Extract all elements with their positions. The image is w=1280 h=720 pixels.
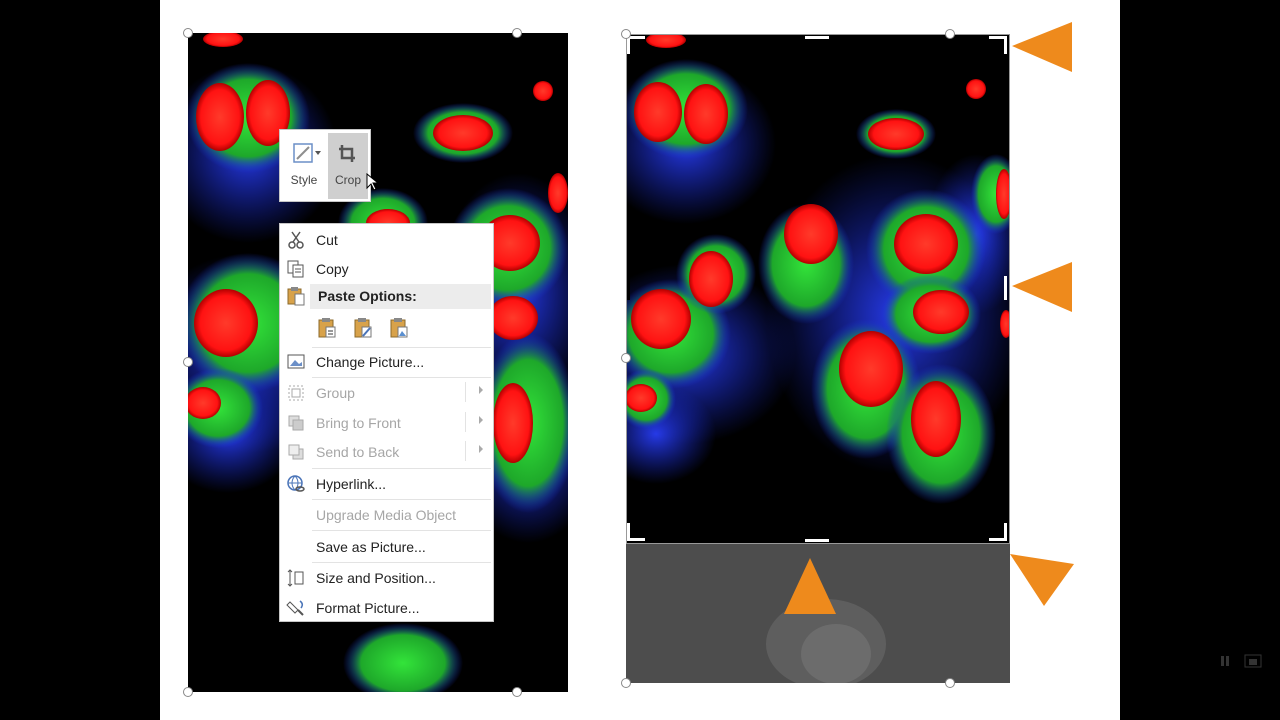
format-picture-icon	[286, 598, 306, 618]
resize-handle-right-top-center[interactable]	[945, 29, 955, 39]
submenu-arrow-icon	[479, 386, 483, 394]
change-picture-icon	[286, 352, 306, 372]
menu-item-upgrade-media[interactable]: Upgrade Media Object	[280, 501, 493, 529]
submenu-arrow-icon	[479, 416, 483, 424]
crop-handle-bottom-right[interactable]	[989, 523, 1007, 541]
crop-label: Crop	[334, 173, 361, 187]
resize-handle-bottom-right[interactable]	[512, 687, 522, 697]
menu-label-upgrade-media: Upgrade Media Object	[316, 507, 457, 523]
menu-separator	[312, 468, 491, 469]
submenu-divider	[465, 441, 466, 461]
menu-separator	[312, 499, 491, 500]
menu-label-hyperlink: Hyperlink...	[316, 476, 387, 492]
crop-handle-top-right[interactable]	[989, 36, 1007, 54]
menu-item-send-to-back[interactable]: Send to Back	[280, 438, 493, 466]
group-icon	[286, 383, 306, 403]
crop-handle-top-center[interactable]	[805, 36, 829, 39]
menu-item-size-and-position[interactable]: Size and Position...	[280, 564, 493, 592]
style-label: Style	[290, 173, 318, 187]
crop-handle-middle-left[interactable]	[627, 276, 630, 300]
arrow-pointer-middle-right	[1012, 262, 1072, 312]
menu-separator	[312, 562, 491, 563]
bring-to-front-icon	[286, 413, 306, 433]
pause-icon[interactable]	[1217, 652, 1267, 672]
player-controls	[1217, 652, 1267, 672]
menu-label-copy: Copy	[316, 261, 349, 277]
resize-handle-top-right[interactable]	[512, 28, 522, 38]
context-menu: Cut Copy Paste Options: Change Picture..…	[279, 223, 494, 622]
crop-handle-top-left[interactable]	[627, 36, 645, 54]
resize-handle-middle-left[interactable]	[183, 357, 193, 367]
arrow-pointer-bottom-center	[784, 558, 836, 614]
menu-item-hyperlink[interactable]: Hyperlink...	[280, 470, 493, 498]
menu-item-bring-to-front[interactable]: Bring to Front	[280, 409, 493, 437]
menu-item-group[interactable]: Group	[280, 379, 493, 407]
menu-label-cut: Cut	[316, 232, 338, 248]
crop-region-border	[626, 34, 1010, 544]
arrow-pointer-bottom-right	[1010, 554, 1074, 606]
menu-item-cut[interactable]: Cut	[280, 226, 493, 254]
paste-keep-source-button[interactable]	[316, 317, 338, 339]
hyperlink-icon	[286, 474, 306, 494]
crop-handle-middle-right[interactable]	[1004, 276, 1007, 300]
crop-handle-bottom-center[interactable]	[805, 539, 829, 542]
menu-label-size-and-position: Size and Position...	[316, 570, 436, 586]
menu-item-format-picture[interactable]: Format Picture...	[280, 594, 493, 622]
menu-label-save-as-picture: Save as Picture...	[316, 539, 426, 555]
menu-label-group: Group	[316, 385, 355, 401]
resize-handle-right-middle-left[interactable]	[621, 353, 631, 363]
menu-item-save-as-picture[interactable]: Save as Picture...	[280, 533, 493, 561]
paste-image-button[interactable]	[388, 317, 410, 339]
resize-handle-right-bottom-center[interactable]	[945, 678, 955, 688]
paste-picture-button[interactable]	[352, 317, 374, 339]
menu-separator	[312, 530, 491, 531]
resize-handle-top-left[interactable]	[183, 28, 193, 38]
crop-icon	[328, 141, 368, 165]
resize-handle-right-top-left[interactable]	[621, 29, 631, 39]
size-position-icon	[286, 568, 306, 588]
menu-label-send-to-back: Send to Back	[316, 444, 400, 460]
crop-button[interactable]: Crop	[328, 133, 368, 199]
menu-item-copy[interactable]: Copy	[280, 255, 493, 283]
style-icon	[284, 141, 324, 165]
style-button[interactable]: Style	[284, 133, 324, 199]
submenu-divider	[465, 382, 466, 402]
mouse-cursor	[366, 173, 378, 191]
copy-icon	[286, 259, 306, 279]
submenu-divider	[465, 412, 466, 432]
clipboard-icon	[286, 286, 306, 306]
mini-toolbar: Style Crop	[279, 129, 371, 202]
menu-label-change-picture: Change Picture...	[316, 354, 425, 370]
menu-item-change-picture[interactable]: Change Picture...	[280, 348, 493, 376]
resize-handle-bottom-left[interactable]	[183, 687, 193, 697]
resize-handle-right-bottom-left[interactable]	[621, 678, 631, 688]
paste-options-label: Paste Options:	[318, 288, 417, 304]
arrow-pointer-top-right	[1012, 22, 1072, 72]
send-to-back-icon	[286, 442, 306, 462]
menu-label-format-picture: Format Picture...	[316, 600, 420, 616]
scissors-icon	[286, 230, 306, 250]
paste-options-header: Paste Options:	[310, 284, 491, 309]
crop-handle-bottom-left[interactable]	[627, 523, 645, 541]
submenu-arrow-icon	[479, 445, 483, 453]
menu-separator	[312, 377, 491, 378]
menu-label-bring-to-front: Bring to Front	[316, 415, 401, 431]
